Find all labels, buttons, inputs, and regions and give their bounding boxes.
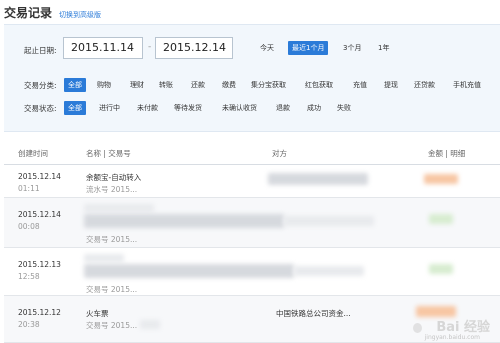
status-all[interactable]: 全部 bbox=[64, 101, 86, 115]
row-date: 2015.12.12 bbox=[18, 308, 61, 317]
category-transfer[interactable]: 转账 bbox=[159, 78, 173, 92]
redacted-counterparty bbox=[294, 266, 364, 276]
category-mobile-topup[interactable]: 手机充值 bbox=[453, 78, 481, 92]
table-row[interactable]: 2015.12.13 12:58 交易号 2015... bbox=[4, 248, 500, 296]
category-finance[interactable]: 理财 bbox=[130, 78, 144, 92]
row-serial: 交易号 2015... bbox=[86, 321, 138, 330]
row-time: 12:58 bbox=[18, 272, 40, 281]
row-time: 00:08 bbox=[18, 222, 40, 231]
redacted-name bbox=[84, 254, 124, 262]
range-1-year[interactable]: 1年 bbox=[378, 41, 389, 55]
end-date-input[interactable]: 2015.12.14 bbox=[155, 37, 233, 59]
category-bills[interactable]: 缴费 bbox=[222, 78, 236, 92]
redacted-name bbox=[84, 204, 154, 212]
status-label: 交易状态: bbox=[24, 104, 57, 113]
redacted-name bbox=[84, 214, 284, 228]
start-date-input[interactable]: 2015.11.14 bbox=[63, 37, 143, 59]
redacted-amount bbox=[429, 264, 453, 274]
date-separator: - bbox=[148, 42, 152, 52]
date-label: 起止日期: bbox=[24, 46, 57, 55]
category-all[interactable]: 全部 bbox=[64, 78, 86, 92]
row-date: 2015.12.14 bbox=[18, 172, 61, 181]
watermark-url: jingyan.baidu.com bbox=[424, 334, 480, 341]
row-date: 2015.12.14 bbox=[18, 210, 61, 219]
redacted-name bbox=[84, 264, 294, 278]
range-last-month[interactable]: 最近1个月 bbox=[288, 41, 329, 55]
status-awaiting-shipment[interactable]: 等待发货 bbox=[174, 101, 202, 115]
row-time: 20:38 bbox=[18, 320, 40, 329]
paw-logo-icon bbox=[413, 323, 422, 333]
category-shopping[interactable]: 购物 bbox=[97, 78, 111, 92]
row-serial: 交易号 2015... bbox=[86, 235, 138, 244]
column-created-time[interactable]: 创建时间 bbox=[18, 148, 48, 159]
redacted-amount bbox=[429, 214, 453, 224]
switch-advanced-link[interactable]: 切换到高级版 bbox=[59, 10, 101, 20]
category-points[interactable]: 集分宝获取 bbox=[251, 78, 286, 92]
status-unconfirmed-receipt[interactable]: 未确认收货 bbox=[222, 101, 257, 115]
category-repayment[interactable]: 还款 bbox=[191, 78, 205, 92]
row-serial: 交易号 2015... bbox=[86, 285, 138, 294]
row-date: 2015.12.13 bbox=[18, 260, 61, 269]
range-today[interactable]: 今天 bbox=[260, 41, 274, 55]
category-topup[interactable]: 充值 bbox=[353, 78, 367, 92]
page-header: 交易记录 切换到高级版 bbox=[4, 4, 101, 24]
status-in-progress[interactable]: 进行中 bbox=[99, 101, 120, 115]
row-counterparty: 中国铁路总公司资金... bbox=[276, 309, 351, 318]
column-amount-detail: 金额 | 明细 bbox=[428, 149, 466, 158]
category-loan-repay[interactable]: 还贷款 bbox=[414, 78, 435, 92]
row-name[interactable]: 火车票 bbox=[86, 308, 109, 319]
redacted-counterparty bbox=[284, 216, 374, 226]
category-red-packet[interactable]: 红包获取 bbox=[305, 78, 333, 92]
row-name[interactable]: 余额宝-自动转入 bbox=[86, 172, 141, 183]
table-header: 创建时间 名称 | 交易号 对方 金额 | 明细 bbox=[4, 143, 500, 165]
status-refund[interactable]: 退款 bbox=[276, 101, 290, 115]
column-counterparty: 对方 bbox=[272, 149, 287, 158]
page-title: 交易记录 bbox=[4, 6, 53, 20]
row-serial: 流水号 2015... bbox=[86, 185, 138, 194]
category-label: 交易分类: bbox=[24, 81, 57, 90]
redacted-counterparty bbox=[268, 173, 368, 185]
status-unpaid[interactable]: 未付款 bbox=[137, 101, 158, 115]
range-3-months[interactable]: 3个月 bbox=[343, 41, 361, 55]
status-success[interactable]: 成功 bbox=[307, 101, 321, 115]
status-failed[interactable]: 失败 bbox=[337, 101, 351, 115]
redacted-serial bbox=[140, 320, 160, 329]
table-row[interactable]: 2015.12.14 00:08 交易号 2015... bbox=[4, 198, 500, 248]
table-row[interactable]: 2015.12.14 01:11 余额宝-自动转入 流水号 2015... bbox=[4, 166, 500, 198]
filter-panel: 起止日期: 2015.11.14 - 2015.12.14 今天 最近1个月 3… bbox=[4, 24, 500, 132]
watermark: Bai 经验 bbox=[436, 320, 490, 335]
column-name-serial: 名称 | 交易号 bbox=[86, 149, 131, 158]
category-withdraw[interactable]: 提现 bbox=[384, 78, 398, 92]
row-time: 01:11 bbox=[18, 184, 40, 193]
redacted-amount bbox=[424, 174, 458, 184]
